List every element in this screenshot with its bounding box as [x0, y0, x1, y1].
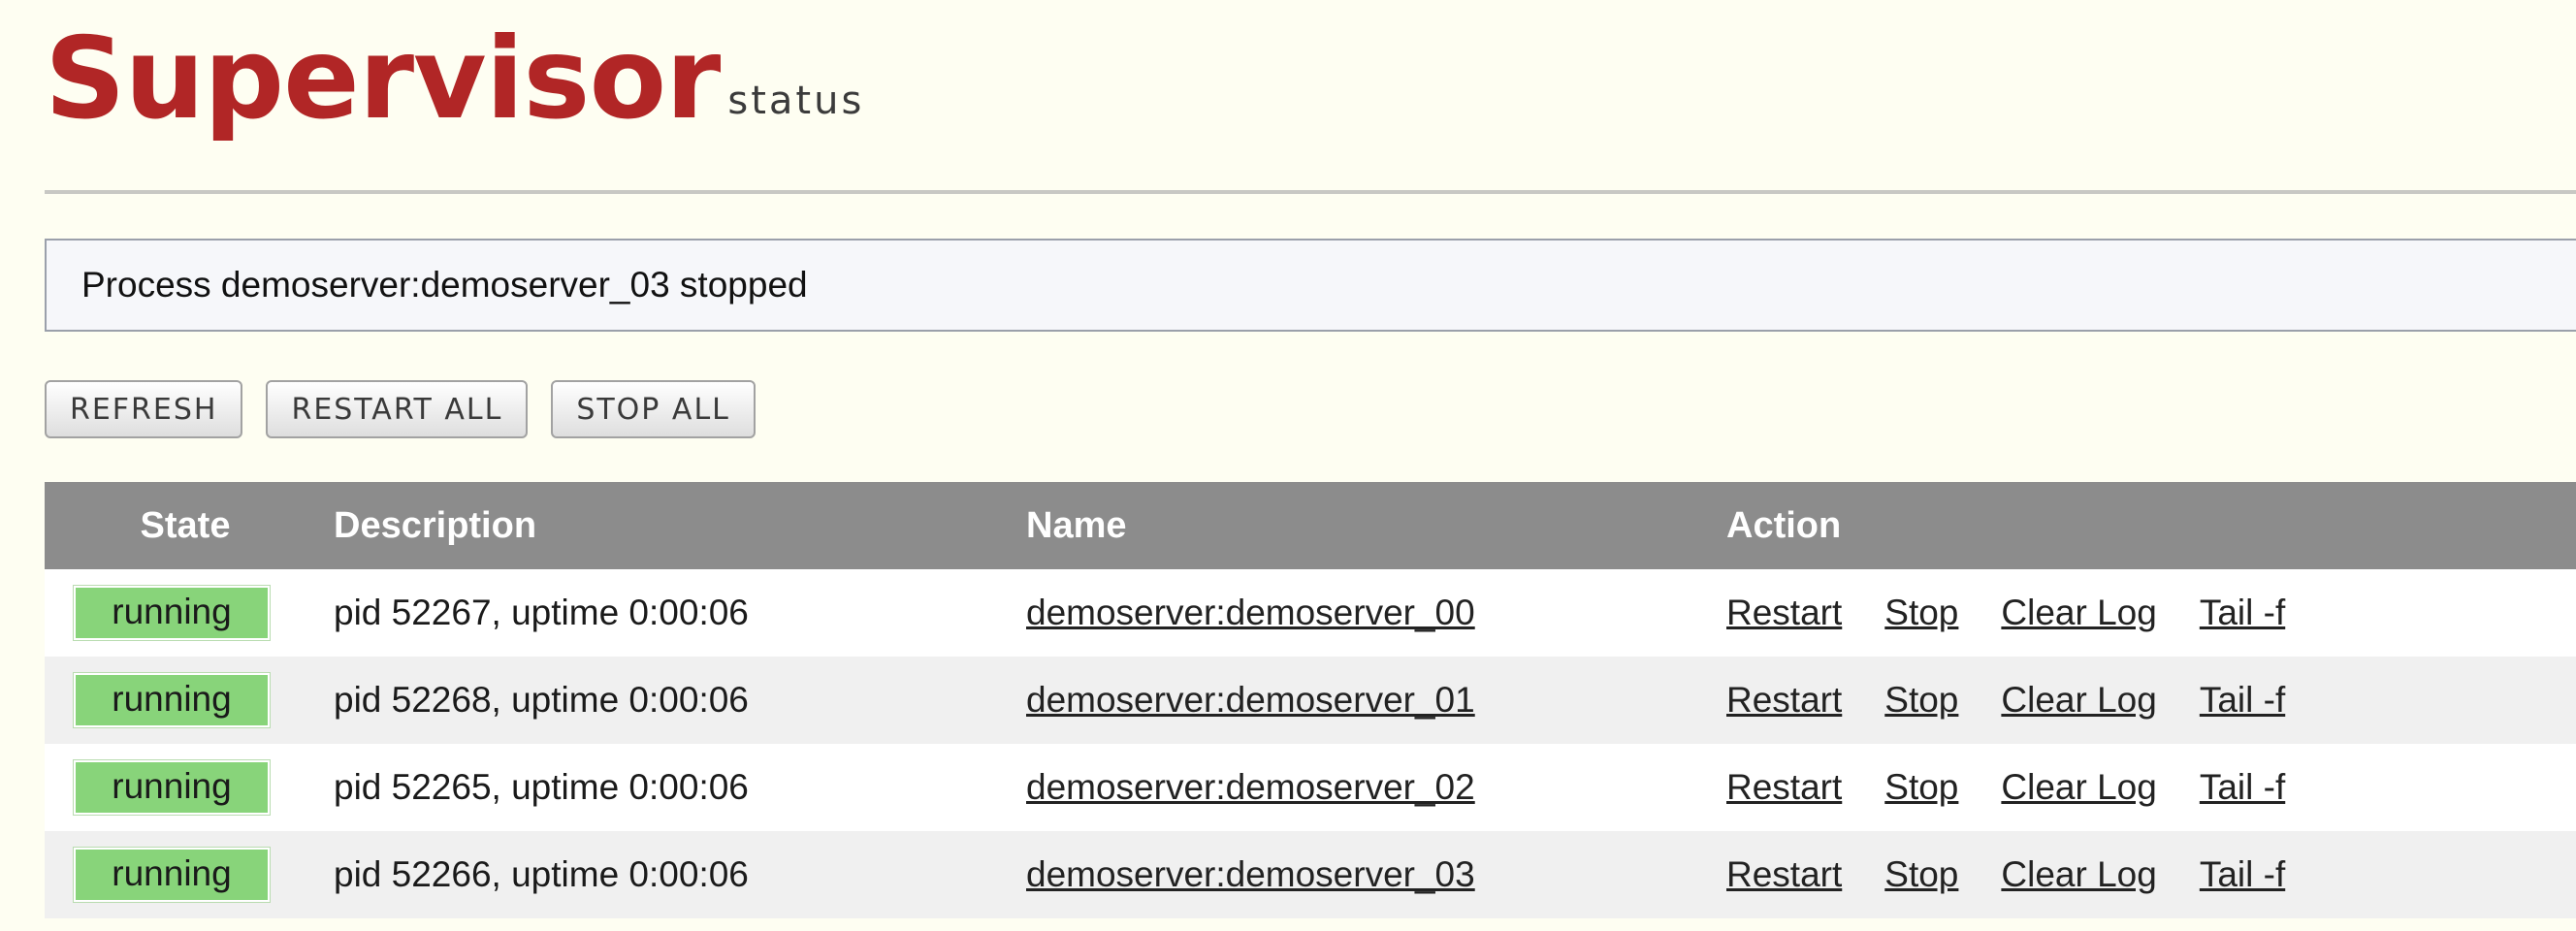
process-description: pid 52265, uptime 0:00:06	[334, 767, 749, 807]
process-name-link[interactable]: demoserver:demoserver_03	[1026, 854, 1475, 894]
page-subtitle: status	[727, 79, 865, 123]
restart-link[interactable]: Restart	[1726, 680, 1842, 720]
clear-log-link[interactable]: Clear Log	[2001, 680, 2156, 720]
clear-log-link[interactable]: Clear Log	[2001, 767, 2156, 807]
column-header-state: State	[45, 482, 326, 569]
stop-link[interactable]: Stop	[1884, 593, 1958, 632]
status-badge: running	[74, 673, 270, 727]
state-cell: running	[45, 569, 326, 657]
table-header-row: State Description Name Action	[45, 482, 2576, 569]
column-header-action: Action	[1726, 482, 2576, 569]
header-divider	[45, 190, 2576, 194]
restart-link[interactable]: Restart	[1726, 767, 1842, 807]
column-header-name: Name	[1026, 482, 1726, 569]
process-description: pid 52268, uptime 0:00:06	[334, 680, 749, 720]
refresh-button[interactable]: REFRESH	[45, 380, 243, 438]
column-header-description-label: Description	[334, 504, 537, 546]
restart-all-button[interactable]: RESTART ALL	[266, 380, 529, 438]
state-cell: running	[45, 657, 326, 744]
table-row: running pid 52265, uptime 0:00:06 demose…	[45, 744, 2576, 831]
name-cell: demoserver:demoserver_00	[1026, 569, 1726, 657]
action-cell: Restart Stop Clear Log Tail -f	[1726, 831, 2576, 918]
tail-f-link[interactable]: Tail -f	[2200, 593, 2285, 632]
table-row: running pid 52267, uptime 0:00:06 demose…	[45, 569, 2576, 657]
restart-link[interactable]: Restart	[1726, 854, 1842, 894]
tail-f-link[interactable]: Tail -f	[2200, 680, 2285, 720]
name-cell: demoserver:demoserver_03	[1026, 831, 1726, 918]
stop-link[interactable]: Stop	[1884, 767, 1958, 807]
stop-link[interactable]: Stop	[1884, 854, 1958, 894]
state-cell: running	[45, 744, 326, 831]
tail-f-link[interactable]: Tail -f	[2200, 854, 2285, 894]
table-row: running pid 52266, uptime 0:00:06 demose…	[45, 831, 2576, 918]
description-cell: pid 52266, uptime 0:00:06	[326, 831, 1026, 918]
process-description: pid 52266, uptime 0:00:06	[334, 854, 749, 894]
clear-log-link[interactable]: Clear Log	[2001, 593, 2156, 632]
state-cell: running	[45, 831, 326, 918]
supervisor-status-page: Supervisor status Process demoserver:dem…	[0, 0, 2576, 931]
description-cell: pid 52267, uptime 0:00:06	[326, 569, 1026, 657]
status-badge: running	[74, 760, 270, 815]
supervisor-logo: Supervisor	[45, 14, 721, 144]
action-cell: Restart Stop Clear Log Tail -f	[1726, 569, 2576, 657]
toolbar: REFRESH RESTART ALL STOP ALL	[45, 380, 779, 438]
description-cell: pid 52265, uptime 0:00:06	[326, 744, 1026, 831]
table-row: running pid 52268, uptime 0:00:06 demose…	[45, 657, 2576, 744]
description-cell: pid 52268, uptime 0:00:06	[326, 657, 1026, 744]
clear-log-link[interactable]: Clear Log	[2001, 854, 2156, 894]
stop-link[interactable]: Stop	[1884, 680, 1958, 720]
column-header-description: Description	[326, 482, 1026, 569]
stop-all-button[interactable]: STOP ALL	[551, 380, 756, 438]
status-badge: running	[74, 848, 270, 902]
action-cell: Restart Stop Clear Log Tail -f	[1726, 744, 2576, 831]
process-table: State Description Name Action running pi…	[45, 482, 2576, 918]
process-name-link[interactable]: demoserver:demoserver_01	[1026, 680, 1475, 720]
process-name-link[interactable]: demoserver:demoserver_02	[1026, 767, 1475, 807]
process-description: pid 52267, uptime 0:00:06	[334, 593, 749, 632]
status-message: Process demoserver:demoserver_03 stopped	[45, 239, 2576, 332]
name-cell: demoserver:demoserver_01	[1026, 657, 1726, 744]
name-cell: demoserver:demoserver_02	[1026, 744, 1726, 831]
restart-link[interactable]: Restart	[1726, 593, 1842, 632]
action-cell: Restart Stop Clear Log Tail -f	[1726, 657, 2576, 744]
page-header: Supervisor status	[45, 8, 864, 153]
status-badge: running	[74, 586, 270, 640]
process-name-link[interactable]: demoserver:demoserver_00	[1026, 593, 1475, 632]
tail-f-link[interactable]: Tail -f	[2200, 767, 2285, 807]
